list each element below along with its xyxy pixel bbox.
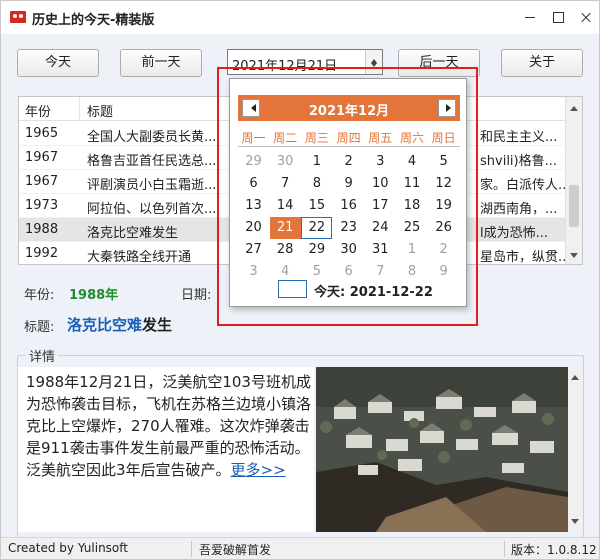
cell-year: 1967 bbox=[25, 174, 59, 189]
status-version: 版本：1.0.8.12 bbox=[511, 543, 597, 557]
event-title-highlight: 洛克比空难 bbox=[67, 316, 143, 334]
title-bar: 历史上的今天-精装版 bbox=[1, 1, 599, 34]
event-photo bbox=[316, 367, 568, 532]
app-window: 历史上的今天-精装版 今天 前一天 2021年12月21日 后一天 关于 年份 … bbox=[0, 0, 600, 560]
minimize-icon[interactable] bbox=[516, 5, 544, 29]
scroll-thumb[interactable] bbox=[569, 185, 579, 227]
cell-year: 1992 bbox=[25, 246, 59, 261]
cell-title: 阿拉伯、以色列首次... bbox=[87, 202, 217, 217]
scroll-up-icon[interactable] bbox=[566, 97, 582, 114]
app-logo-icon bbox=[10, 11, 26, 23]
more-link[interactable]: 更多>> bbox=[231, 461, 286, 479]
cell-detail: l成为恐怖... bbox=[480, 226, 549, 241]
details-scrollbar[interactable] bbox=[568, 367, 583, 532]
cell-detail: 湖西南角，... bbox=[480, 202, 558, 217]
year-value: 1988年 bbox=[69, 288, 119, 303]
cell-detail: 星岛市，纵贯... bbox=[480, 250, 571, 265]
close-icon[interactable] bbox=[572, 5, 600, 29]
cell-year: 1988 bbox=[25, 222, 59, 237]
crash-site-image bbox=[316, 367, 568, 532]
table-scrollbar[interactable] bbox=[565, 97, 582, 264]
details-scroll-down-icon[interactable] bbox=[568, 516, 583, 532]
date-label: 日期: bbox=[181, 288, 212, 303]
cell-title: 全国人大副委员长黄... bbox=[87, 130, 217, 145]
title-label: 标题: bbox=[24, 320, 55, 335]
column-header-year[interactable]: 年份 bbox=[25, 101, 51, 120]
event-title-rest: 发生 bbox=[142, 316, 173, 334]
cell-title: 格鲁吉亚首任民选总... bbox=[87, 154, 217, 169]
scroll-down-icon[interactable] bbox=[566, 247, 582, 264]
details-text: 1988年12月21日，泛美航空103号班机成为恐怖袭击目标，飞机在苏格兰边境小… bbox=[26, 371, 312, 481]
status-divider bbox=[191, 541, 192, 557]
column-header-title[interactable]: 标题 bbox=[87, 101, 113, 120]
status-credit: Created by Yulinsoft bbox=[8, 541, 128, 555]
previous-day-button[interactable]: 前一天 bbox=[120, 49, 202, 77]
event-title: 洛克比空难发生 bbox=[67, 314, 172, 335]
highlight-annotation bbox=[217, 67, 478, 326]
cell-title: 评剧演员小白玉霜逝... bbox=[87, 178, 217, 193]
about-button[interactable]: 关于 bbox=[501, 49, 583, 77]
year-label: 年份: bbox=[24, 288, 55, 303]
cell-detail: 和民主主义... bbox=[480, 130, 558, 145]
column-divider bbox=[79, 97, 80, 120]
maximize-icon[interactable] bbox=[544, 5, 572, 29]
cell-title: 大秦铁路全线开通 bbox=[87, 250, 192, 265]
cell-title: 洛克比空难发生 bbox=[87, 226, 179, 241]
status-release: 吾爱破解首发 bbox=[199, 543, 272, 557]
details-text-box: 1988年12月21日，泛美航空103号班机成为恐怖袭击目标，飞机在苏格兰边境小… bbox=[18, 367, 314, 532]
today-button[interactable]: 今天 bbox=[17, 49, 99, 77]
cell-detail: shvili)格鲁... bbox=[480, 154, 558, 169]
details-legend: 详情 bbox=[26, 346, 59, 365]
cell-year: 1967 bbox=[25, 150, 59, 165]
status-bar: Created by Yulinsoft 吾爱破解首发 版本：1.0.8.12 bbox=[1, 537, 599, 559]
cell-year: 1973 bbox=[25, 198, 59, 213]
details-scroll-up-icon[interactable] bbox=[568, 367, 583, 383]
cell-year: 1965 bbox=[25, 126, 59, 141]
cell-detail: 家。白派传人... bbox=[480, 178, 571, 193]
window-title: 历史上的今天-精装版 bbox=[32, 13, 155, 28]
status-divider bbox=[504, 541, 505, 557]
